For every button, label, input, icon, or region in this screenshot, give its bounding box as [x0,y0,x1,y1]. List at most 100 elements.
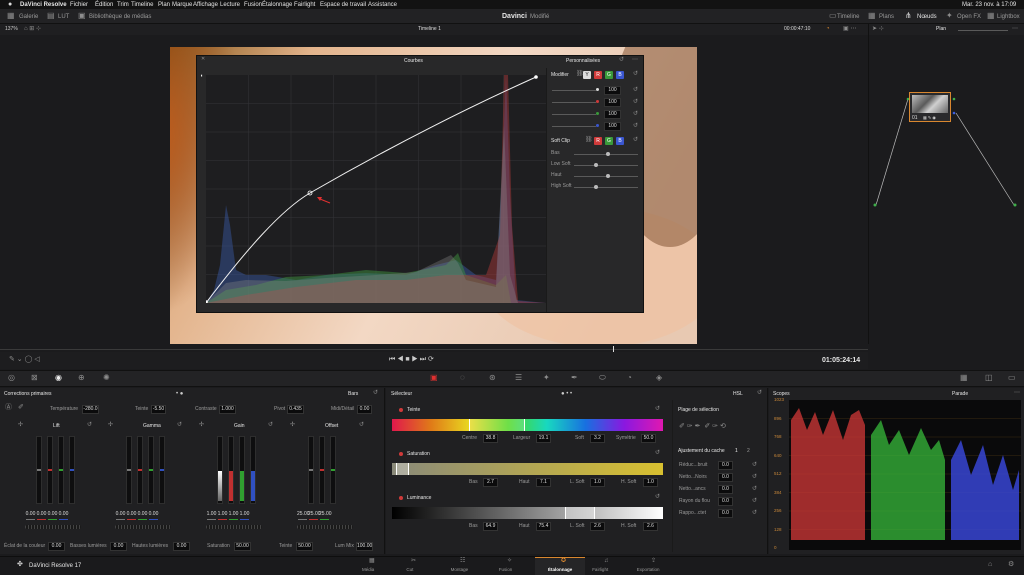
tab-galerie[interactable]: Galerie [19,14,38,20]
menu-item[interactable]: Lecture [220,2,240,8]
refine-value[interactable]: 0.0 [718,497,733,506]
page-icon[interactable]: ✪ [561,558,566,564]
menu-item[interactable]: Plan [158,2,170,8]
primary-page-dots[interactable]: • ● [176,391,183,397]
curve-channel-slider[interactable] [552,126,596,127]
primary-reset-icon[interactable]: ↺ [373,390,378,396]
curve-channel-slider[interactable] [552,102,596,103]
media-icon[interactable]: ▣ [78,12,86,20]
page-tab[interactable]: Exportation [637,567,660,573]
menu-item[interactable]: Timeline [131,2,153,8]
selector-field-value[interactable]: 38.8 [483,434,498,443]
softclip-slider[interactable] [574,187,638,188]
refine-reset-icon[interactable]: ↺ [752,498,757,504]
selector-field-value[interactable]: 64.9 [483,522,498,531]
transport-controls[interactable]: ⏮ ◀ ■ ▶ ⏭ ⟳ [389,356,434,363]
refine-tab-2[interactable]: 2 [747,449,750,454]
curve-channel-value[interactable]: 100 [604,98,621,107]
page-icon[interactable]: ⇪ [651,558,656,564]
app-menu[interactable]: DaVinci Resolve [20,2,67,8]
range-picker-icons[interactable]: ✐ ✑ ✒ ✐ ✑ ⟲ [679,423,726,430]
pen-icon[interactable]: ✎ ⌄ ◯ ◁ [9,356,40,363]
refine-value[interactable]: 0.0 [718,509,733,518]
palette-icon[interactable]: ☰ [515,374,522,382]
softclip-slider[interactable] [574,165,638,166]
timeline-name[interactable]: Timeline 1 [418,27,441,32]
reset-icon[interactable]: ↺ [619,57,624,63]
openfx-icon[interactable]: ✦ [946,12,953,20]
wheel-jog-slider[interactable] [25,525,81,529]
middetail-field[interactable]: 0.00 [357,405,372,414]
palette-icon[interactable]: ▦ [960,374,968,382]
palette-icon[interactable]: ⊛ [489,374,496,382]
softclip-g-button[interactable]: G [605,137,613,145]
hue-range-handle[interactable] [469,419,525,431]
plan-dropdown[interactable]: Plan [936,27,946,32]
tab-lut[interactable]: LUT [58,14,69,20]
timeline-icon[interactable]: ▭ [829,12,837,20]
page-tab[interactable]: Fairlight [592,567,608,573]
palette-icon[interactable]: ✺ [103,374,110,382]
wheel-jog-slider[interactable] [206,525,262,529]
softclip-slider-knob[interactable] [606,174,610,178]
refine-value[interactable]: 0.0 [718,485,733,494]
lum-reset-icon[interactable]: ↺ [655,494,660,500]
channel-y-button[interactable]: Y [583,71,591,79]
temp-field[interactable]: -280.0 [82,405,99,414]
wheel-picker-icon[interactable]: ✢ [199,422,204,428]
wheel-reset-icon[interactable]: ↺ [359,422,364,428]
wheel-picker-icon[interactable]: ✢ [290,422,295,428]
refine-reset-icon[interactable]: ↺ [752,462,757,468]
softclip-r-button[interactable]: R [594,137,602,145]
menu-item[interactable]: Affichage [193,2,218,8]
tab-plans[interactable]: Plans [879,14,894,20]
curve-channel-slider[interactable] [552,90,596,91]
home-icon[interactable]: ⌂ [988,561,992,568]
curves-mode-dropdown[interactable]: Personnalisées [566,59,600,64]
zoom-level[interactable]: 137% [5,27,18,32]
nodes-icon[interactable]: ⋔ [905,12,912,20]
settings-icon[interactable]: ⚙ [1008,561,1014,568]
channel-b-button[interactable]: B [616,71,624,79]
scopes-mode-dropdown[interactable]: Parade [952,392,968,397]
hue-reset-icon[interactable]: ↺ [655,406,660,412]
menu-item[interactable]: Assistance [368,2,397,8]
node-01[interactable]: 01 ▦ ✎ ◉ [909,92,951,122]
channel-r-button[interactable]: R [594,71,602,79]
gallery-icon[interactable]: ▦ [7,12,15,20]
palette-icon[interactable]: ◌ [460,374,465,382]
curve-channel-slider[interactable] [552,114,596,115]
lum-enable-indicator[interactable] [399,496,403,500]
page-icon[interactable]: ▦ [369,558,375,564]
selector-field-value[interactable]: 1.0 [590,478,605,487]
lum-range-handle[interactable] [565,507,595,519]
refine-reset-icon[interactable]: ↺ [752,510,757,516]
tab-lightbox[interactable]: Lightbox [997,14,1020,20]
palette-icon[interactable]: ✒ [571,374,578,382]
palette-icon[interactable]: ▭ [1008,374,1016,382]
adjust-field[interactable]: 50.00 [234,542,251,551]
node-zoom-slider[interactable] [958,30,1008,31]
adjust-field[interactable]: 0.00 [110,542,127,551]
curve-channel-value[interactable]: 100 [604,86,621,95]
menu-item[interactable]: Fairlight [294,2,315,8]
selector-field-value[interactable]: 3.2 [590,434,605,443]
tint-field[interactable]: -5.50 [151,405,166,414]
menu-item[interactable]: Fusion [244,2,262,8]
selector-field-value[interactable]: 1.0 [643,478,658,487]
selector-field-value[interactable]: 7.1 [536,478,551,487]
palette-icon[interactable]: ▣ [430,374,438,382]
curve-graph[interactable] [206,75,546,303]
refine-reset-icon[interactable]: ↺ [752,474,757,480]
adjust-field[interactable]: 0.00 [173,542,190,551]
selector-field-value[interactable]: 2.6 [643,522,658,531]
page-tab[interactable]: Fusion [499,567,513,573]
menu-item[interactable]: Édition [95,2,113,8]
sat-range-handle[interactable] [396,463,409,475]
wheel-picker-icon[interactable]: ✢ [18,422,23,428]
page-icon[interactable]: ✂ [411,558,416,564]
refine-value[interactable]: 0.0 [718,473,733,482]
hue-enable-indicator[interactable] [399,408,403,412]
page-icon[interactable]: ✧ [507,558,512,564]
page-tab[interactable]: Étalonnage [548,567,572,573]
